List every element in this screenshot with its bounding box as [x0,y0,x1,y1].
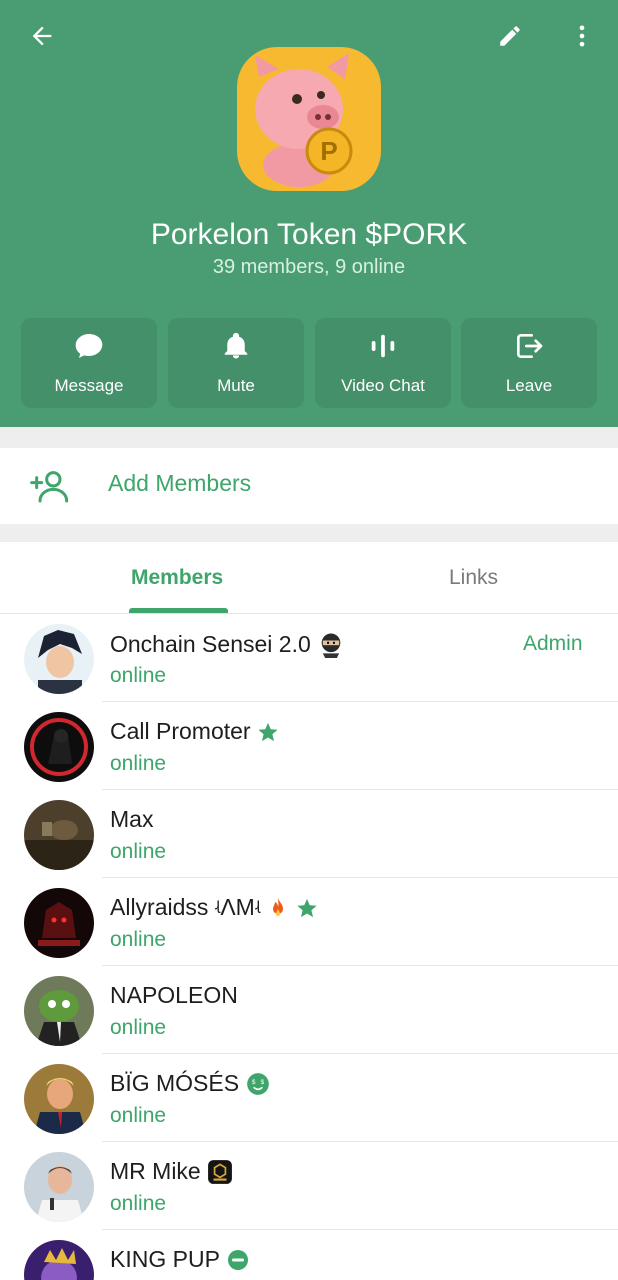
message-label: Message [54,376,124,395]
leave-label: Leave [505,376,553,395]
avatar [24,624,94,694]
member-status: online [110,1016,167,1039]
member-name: Call Promoter [110,718,251,744]
app-logo-icon [207,1159,233,1185]
member-status: online [110,1192,167,1215]
tab-links[interactable]: Links [449,566,498,590]
avatar [24,1240,94,1280]
sound-bars-icon [371,334,395,358]
member-row[interactable]: Onchain Sensei 2.0 online Admin [0,614,618,702]
member-status: online [110,664,167,687]
member-name: Allyraidss ʵΛMʵ [110,894,261,920]
member-name: NAPOLEON [110,982,238,1008]
svg-text:$: $ [252,1079,256,1086]
member-name: KING PUP [110,1246,220,1272]
member-row[interactable]: MR Mike online [0,1142,618,1230]
member-name: Onchain Sensei 2.0 [110,630,311,657]
tab-bar: Members Links [0,542,618,614]
avatar [24,712,94,782]
exit-icon [517,334,543,358]
pig-mascot-icon: P [255,53,353,187]
avatar [24,888,94,958]
add-members-label: Add Members [108,470,252,496]
message-button[interactable]: Message [21,318,157,408]
money-face-icon: $ $ [245,1071,271,1097]
tab-members[interactable]: Members [131,566,223,590]
group-title: Porkelon Token $PORK [150,218,468,251]
add-members-button[interactable]: Add Members [0,448,618,524]
add-person-icon [30,471,69,503]
member-name: MR Mike [110,1158,201,1184]
member-row[interactable]: Allyraidss ʵΛMʵ online [0,878,618,966]
fire-icon [266,896,290,920]
star-icon [296,897,318,919]
admin-badge: Admin [523,632,583,655]
coin-letter: P [320,136,337,166]
member-status: online [110,928,167,951]
avatar [24,800,94,870]
section-divider [0,427,618,448]
ninja-icon [317,630,345,658]
bell-icon [224,332,248,359]
member-row[interactable]: NAPOLEON online [0,966,618,1054]
member-name: Max [110,806,154,832]
member-status: online [110,752,167,775]
leave-button[interactable]: Leave [461,318,597,408]
group-header: P Porkelon Token $PORK 39 members, 9 onl… [0,0,618,427]
more-vertical-icon [579,25,585,47]
mute-button[interactable]: Mute [168,318,304,408]
member-status: online [110,840,167,863]
more-options-button[interactable] [558,12,606,60]
video-chat-button[interactable]: Video Chat [315,318,451,408]
pencil-icon [500,26,520,46]
arrow-left-icon [32,26,52,46]
svg-text:$: $ [261,1079,265,1086]
section-divider [0,524,618,542]
star-icon [257,721,279,743]
group-member-count: 39 members, 9 online [212,256,406,278]
minus-circle-icon [226,1248,250,1272]
group-avatar[interactable]: P [237,47,381,191]
chat-bubble-icon [75,334,103,358]
avatar [24,1152,94,1222]
mute-label: Mute [217,376,255,395]
active-tab-indicator [129,608,228,613]
member-status: online [110,1104,167,1127]
back-button[interactable] [18,12,66,60]
member-name: BÏG MÓSÉS [110,1070,240,1096]
video-chat-label: Video Chat [341,376,425,395]
member-row[interactable]: Max online [0,790,618,878]
member-row[interactable]: KING PUP [0,1230,618,1280]
member-row[interactable]: Call Promoter online [0,702,618,790]
avatar [24,1064,94,1134]
avatar [24,976,94,1046]
member-row[interactable]: BÏG MÓSÉS $ $ online [0,1054,618,1142]
edit-button[interactable] [486,12,534,60]
